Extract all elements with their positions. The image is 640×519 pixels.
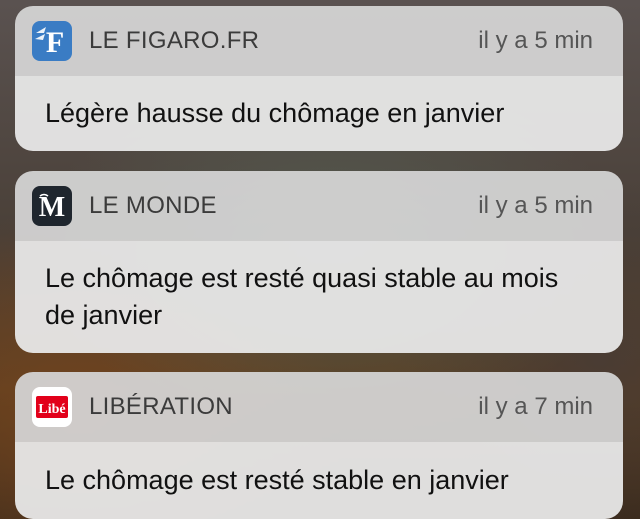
- notification-body: Légère hausse du chômage en janvier: [15, 76, 623, 151]
- notification-message: Légère hausse du chômage en janvier: [45, 98, 505, 128]
- svg-text:Libé: Libé: [38, 402, 65, 417]
- notification-body: Le chômage est resté stable en janvier: [15, 442, 623, 519]
- timestamp: il y a 7 min: [478, 393, 593, 420]
- liberation-logo-icon: Libé: [32, 387, 72, 427]
- notification-body: Le chômage est resté quasi stable au moi…: [15, 241, 623, 353]
- svg-text:F: F: [46, 26, 64, 59]
- app-name: LE FIGARO.FR: [89, 27, 260, 54]
- notification-header: M LE MONDE il y a 5 min: [15, 171, 623, 241]
- notification-card-le-monde[interactable]: M LE MONDE il y a 5 min Le chômage est r…: [15, 171, 623, 353]
- le-monde-logo-icon: M: [32, 186, 72, 226]
- le-figaro-logo-icon: F: [32, 21, 72, 61]
- notification-card-le-figaro[interactable]: F LE FIGARO.FR il y a 5 min Légère hauss…: [15, 6, 623, 151]
- app-name: LE MONDE: [89, 192, 217, 219]
- notification-message: Le chômage est resté quasi stable au moi…: [45, 263, 559, 330]
- notification-header: Libé LIBÉRATION il y a 7 min: [15, 372, 623, 442]
- timestamp: il y a 5 min: [478, 192, 593, 219]
- notification-header: F LE FIGARO.FR il y a 5 min: [15, 6, 623, 76]
- app-name: LIBÉRATION: [89, 393, 233, 420]
- notification-message: Le chômage est resté stable en janvier: [45, 465, 509, 495]
- timestamp: il y a 5 min: [478, 27, 593, 54]
- svg-text:M: M: [39, 192, 65, 223]
- notification-card-liberation[interactable]: Libé LIBÉRATION il y a 7 min Le chômage …: [15, 372, 623, 519]
